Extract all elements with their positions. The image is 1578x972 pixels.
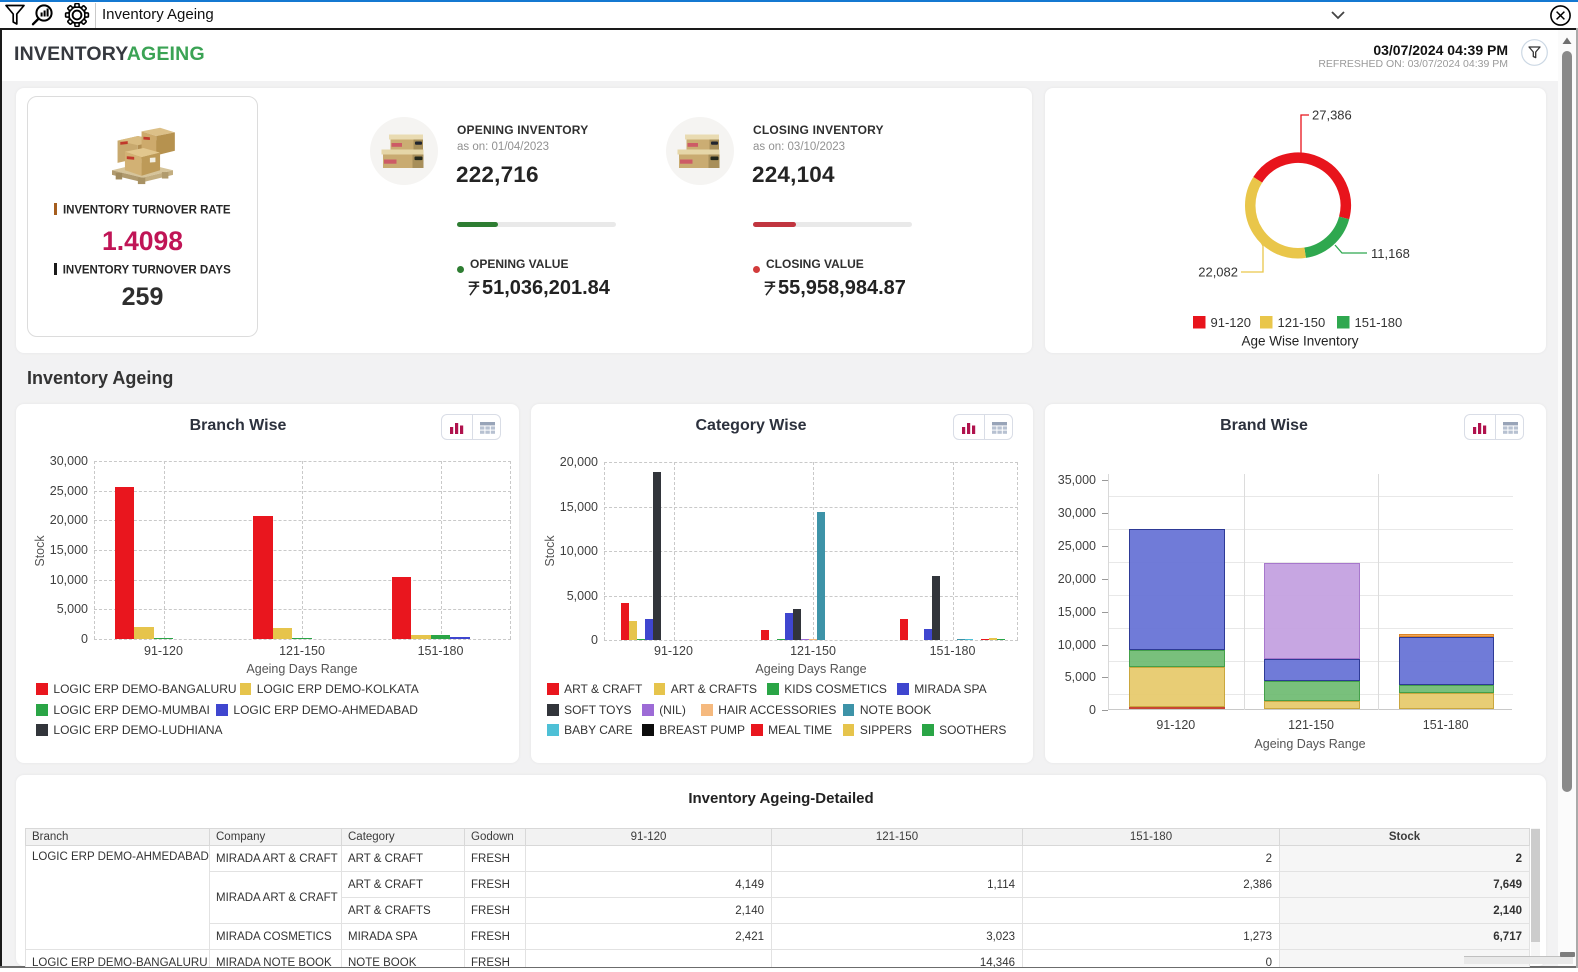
svg-text:91-120: 91-120 <box>1211 315 1251 330</box>
svg-text:11,168: 11,168 <box>1371 246 1410 261</box>
svg-text:27,386: 27,386 <box>1312 108 1352 123</box>
svg-text:22,082: 22,082 <box>1198 265 1238 280</box>
svg-text:Age Wise Inventory: Age Wise Inventory <box>1241 334 1358 349</box>
svg-text:121-150: 121-150 <box>1278 315 1326 330</box>
svg-text:151-180: 151-180 <box>1355 315 1403 330</box>
